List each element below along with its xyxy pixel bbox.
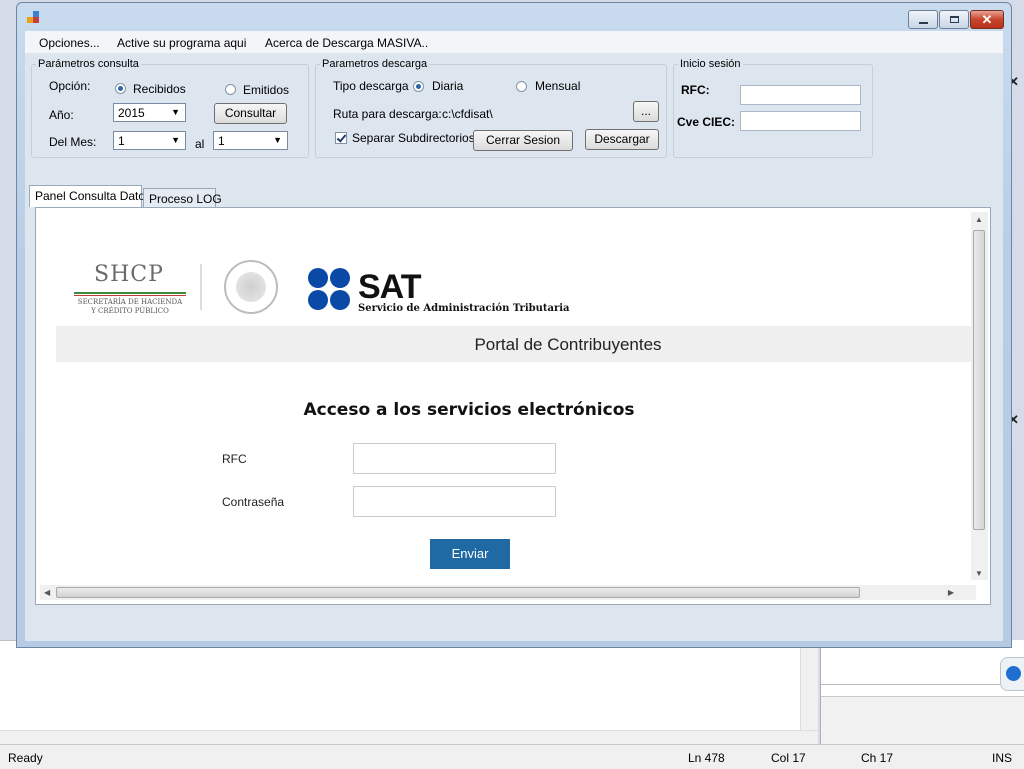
mes-to-value: 1 bbox=[218, 134, 225, 148]
side-panel-footer bbox=[821, 696, 1024, 745]
portal-title: Portal de Contribuyentes bbox=[474, 335, 662, 354]
background-editor bbox=[0, 640, 818, 745]
mes-to-select[interactable]: 1 ▼ bbox=[213, 131, 288, 150]
status-column: Col 17 bbox=[771, 751, 806, 765]
tab-proceso-log[interactable]: Proceso LOG bbox=[143, 188, 222, 208]
status-mode: INS bbox=[992, 751, 1013, 765]
logo-divider bbox=[200, 264, 202, 310]
menu-activar[interactable]: Active su programa aqui bbox=[117, 36, 246, 50]
ruta-value: c:\cfdisat\ bbox=[442, 107, 493, 121]
chevron-down-icon: ▼ bbox=[171, 107, 180, 117]
group-legend: Parámetros consulta bbox=[38, 58, 139, 70]
status-char: Ch 17 bbox=[861, 751, 894, 765]
vertical-scroll-thumb[interactable] bbox=[973, 230, 985, 530]
portal-band: Portal de Contribuyentes bbox=[56, 326, 976, 362]
access-title: Acceso a los servicios electrónicos bbox=[303, 400, 635, 420]
tab-panel-content: SHCP SECRETARÍA DE HACIENDA Y CRÉDITO PÚB… bbox=[35, 207, 991, 605]
rfc-input[interactable] bbox=[740, 85, 861, 105]
group-legend: Parametros descarga bbox=[322, 58, 428, 70]
maximize-icon bbox=[949, 16, 959, 23]
rfc-label: RFC: bbox=[681, 83, 710, 97]
close-button[interactable]: ✕ bbox=[970, 10, 1004, 29]
diaria-radio[interactable] bbox=[413, 81, 424, 92]
web-horizontal-scrollbar[interactable]: ◀ ▶ bbox=[40, 585, 976, 600]
ciec-input[interactable] bbox=[740, 111, 861, 131]
group-legend: Inicio sesión bbox=[680, 58, 741, 70]
opcion-label: Opción: bbox=[49, 79, 91, 93]
cerrar-sesion-button[interactable]: Cerrar Sesion bbox=[473, 130, 573, 151]
web-browser-view: SHCP SECRETARÍA DE HACIENDA Y CRÉDITO PÚB… bbox=[40, 212, 976, 580]
descargar-button[interactable]: Descargar bbox=[585, 129, 659, 150]
menu-acerca[interactable]: Acerca de Descarga MASIVA.. bbox=[265, 36, 428, 50]
horizontal-scroll-thumb[interactable] bbox=[56, 587, 860, 598]
maximize-button[interactable] bbox=[939, 10, 969, 29]
web-password-input[interactable] bbox=[353, 486, 556, 517]
app-window: ✕ Opciones... Active su programa aqui Ac… bbox=[16, 2, 1012, 648]
status-bar: Ready Ln 478 Col 17 Ch 17 INS bbox=[0, 744, 1024, 769]
consultar-button[interactable]: Consultar bbox=[214, 103, 287, 124]
mes-from-select[interactable]: 1 ▼ bbox=[113, 131, 186, 150]
tab-panel-consulta[interactable]: Panel Consulta Datos bbox=[29, 185, 151, 207]
web-rfc-label: RFC bbox=[222, 452, 247, 466]
minimize-button[interactable] bbox=[908, 10, 938, 29]
anio-select[interactable]: 2015 ▼ bbox=[113, 103, 186, 122]
anio-label: Año: bbox=[49, 108, 74, 122]
scroll-down-icon[interactable]: ▼ bbox=[975, 569, 983, 578]
web-password-label: Contraseña bbox=[222, 495, 285, 509]
scroll-right-icon[interactable]: ▶ bbox=[948, 588, 954, 597]
recibidos-label[interactable]: Recibidos bbox=[133, 82, 186, 96]
web-vertical-scrollbar[interactable]: ▲ ▼ bbox=[971, 212, 988, 580]
client-area: Opciones... Active su programa aqui Acer… bbox=[25, 31, 1003, 641]
sat-logo-text: SAT bbox=[358, 268, 421, 306]
chevron-down-icon: ▼ bbox=[171, 135, 180, 145]
mes-label: Del Mes: bbox=[49, 135, 97, 149]
minimize-icon bbox=[918, 21, 928, 24]
ciec-label: Cve CIEC: bbox=[677, 115, 736, 129]
sat-dots-icon bbox=[308, 268, 352, 312]
sat-logo-subtitle: Servicio de Administración Tributaria bbox=[358, 303, 570, 314]
menu-bar: Opciones... Active su programa aqui Acer… bbox=[25, 31, 1003, 53]
mensual-label[interactable]: Mensual bbox=[535, 79, 580, 93]
national-seal-icon bbox=[224, 260, 278, 314]
emitidos-radio[interactable] bbox=[225, 84, 236, 95]
chevron-down-icon: ▼ bbox=[273, 135, 282, 145]
recibidos-radio[interactable] bbox=[115, 83, 126, 94]
enviar-button[interactable]: Enviar bbox=[430, 539, 510, 569]
menu-opciones[interactable]: Opciones... bbox=[39, 36, 100, 50]
background-side-panel bbox=[820, 640, 1024, 745]
separar-checkbox[interactable] bbox=[335, 132, 347, 144]
status-line: Ln 478 bbox=[688, 751, 725, 765]
diaria-label[interactable]: Diaria bbox=[432, 79, 463, 93]
teamviewer-icon[interactable] bbox=[1000, 657, 1024, 691]
group-inicio-sesion: Inicio sesión bbox=[673, 58, 873, 158]
app-icon[interactable] bbox=[27, 11, 41, 25]
browse-button[interactable]: ... bbox=[633, 101, 659, 122]
al-label: al bbox=[195, 137, 205, 151]
scroll-left-icon[interactable]: ◀ bbox=[44, 588, 50, 597]
mensual-radio[interactable] bbox=[516, 81, 527, 92]
window-controls: ✕ bbox=[908, 10, 1004, 29]
side-panel-divider bbox=[821, 684, 1024, 685]
close-icon: ✕ bbox=[981, 11, 993, 27]
emitidos-label[interactable]: Emitidos bbox=[243, 83, 289, 97]
status-state: Ready bbox=[8, 751, 43, 765]
tipo-descarga-label: Tipo descarga bbox=[333, 79, 409, 93]
anio-value: 2015 bbox=[118, 106, 145, 120]
ruta-label: Ruta para descarga: bbox=[333, 107, 442, 121]
separar-label[interactable]: Separar Subdirectorios bbox=[352, 131, 475, 145]
editor-horizontal-scrollbar[interactable] bbox=[0, 730, 818, 745]
web-rfc-input[interactable] bbox=[353, 443, 556, 474]
mes-from-value: 1 bbox=[118, 134, 125, 148]
scroll-up-icon[interactable]: ▲ bbox=[975, 215, 983, 224]
